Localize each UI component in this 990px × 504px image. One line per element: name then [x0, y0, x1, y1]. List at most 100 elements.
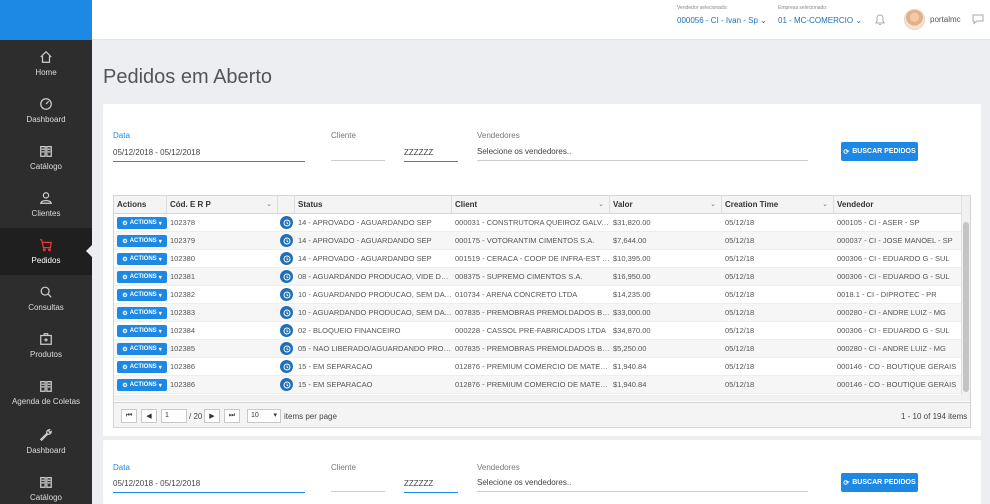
cliente-input[interactable] [331, 148, 385, 161]
sidebar-item-dashboard-2[interactable]: Dashboard [0, 418, 92, 465]
vendedores-label: Vendedores [477, 131, 520, 140]
table-row[interactable]: ⚙ ACTIONS ▾ 102381 08 - AGUARDANDO PRODUCAO,… [114, 268, 962, 286]
sidebar-item-agenda-de-coletas[interactable]: Agenda de Coletas [0, 369, 92, 416]
actions-button[interactable]: ⚙ ACTIONS ▾ [117, 307, 167, 319]
page-count: / 20 [189, 412, 203, 421]
horizontal-scrollbar[interactable] [114, 395, 962, 401]
sidebar-item-home[interactable]: Home [0, 40, 92, 87]
empresa-caption: Empresa selecionado: [778, 5, 828, 11]
vendedor-value[interactable]: 000056 - CI - Ivan - Sp ⌄ [677, 16, 767, 25]
cliente-input[interactable] [331, 479, 385, 492]
page-size-select[interactable]: 10 ▾ [247, 409, 281, 423]
cell-vendedor: 000280 - CI - ANDRE LUIZ - MG [837, 308, 946, 317]
table-row[interactable]: ⚙ ACTIONS ▾ 102385 05 - NAO LIBERADO/AGUARDA… [114, 340, 962, 358]
chevron-down-icon[interactable]: ⌄ [266, 196, 272, 214]
cell-vendedor: 000306 - CI - EDUARDO G - SUL [837, 254, 950, 263]
code-input[interactable]: ZZZZZZ [404, 479, 458, 493]
status-info-icon[interactable] [280, 288, 293, 301]
caret-down-icon: ▾ [158, 220, 162, 227]
book-icon [40, 146, 52, 157]
col-header-client[interactable]: Client ⌄ [452, 196, 610, 214]
cart-icon [39, 239, 52, 252]
page-number-input[interactable]: 1 [161, 409, 187, 423]
sidebar-item-catalogo[interactable]: Catálogo [0, 134, 92, 181]
vendedores-select[interactable]: Selecione os vendedores.. [477, 478, 808, 492]
sidebar-item-label: Produtos [29, 350, 63, 359]
first-page-button[interactable]: ⏮ [121, 409, 137, 423]
date-range-input[interactable]: 05/12/2018 - 05/12/2018 [113, 148, 305, 162]
date-range-input[interactable]: 05/12/2018 - 05/12/2018 [113, 479, 305, 493]
actions-button[interactable]: ⚙ ACTIONS ▾ [117, 289, 167, 301]
actions-button[interactable]: ⚙ ACTIONS ▾ [117, 271, 167, 283]
sidebar-item-catalogo-2[interactable]: Catálogo [0, 465, 92, 504]
last-page-button[interactable]: ⏭ [224, 409, 240, 423]
sidebar-item-pedidos[interactable]: Pedidos [0, 228, 92, 275]
cell-status: 10 - AGUARDANDO PRODUCAO, SEM DATA DE EN… [298, 290, 452, 299]
col-header-erp[interactable]: Cód. E R P ⌄ [167, 196, 278, 214]
vendedores-select[interactable]: Selecione os vendedores.. [477, 147, 808, 161]
status-info-icon[interactable] [280, 324, 293, 337]
actions-button[interactable]: ⚙ ACTIONS ▾ [117, 235, 167, 247]
actions-button[interactable]: ⚙ ACTIONS ▾ [117, 325, 167, 337]
status-info-icon[interactable] [280, 306, 293, 319]
status-info-icon[interactable] [280, 234, 293, 247]
vertical-scrollbar[interactable] [961, 196, 970, 401]
avatar[interactable] [904, 9, 925, 30]
vendedor-selector[interactable]: Vendedor selecionado: 000056 - CI - Ivan… [677, 5, 767, 25]
actions-button[interactable]: ⚙ ACTIONS ▾ [117, 217, 167, 229]
chevron-down-icon[interactable]: ⌄ [598, 196, 604, 214]
cell-client: 012876 - PREMIUM COMERCIO DE MATERIAIS [455, 362, 610, 371]
sidebar-item-dashboard[interactable]: Dashboard [0, 87, 92, 134]
empresa-selector[interactable]: Empresa selecionado: 01 - MC-COMERCIO ⌄ [778, 5, 862, 25]
col-header-status[interactable]: Status [295, 196, 452, 214]
table-row[interactable]: ⚙ ACTIONS ▾ 102378 14 - APROVADO - AGUARDAND… [114, 214, 962, 232]
status-info-icon[interactable] [280, 360, 293, 373]
actions-button[interactable]: ⚙ ACTIONS ▾ [117, 361, 167, 373]
buscar-pedidos-button[interactable]: ⟳ BUSCAR PEDIDOS [841, 142, 918, 161]
table-row[interactable]: ⚙ ACTIONS ▾ 102383 10 - AGUARDANDO PRODUCAO,… [114, 304, 962, 322]
prev-page-button[interactable]: ◀ [141, 409, 157, 423]
cell-status: 08 - AGUARDANDO PRODUCAO, VIDE DATA DE E… [298, 272, 452, 281]
status-info-icon[interactable] [280, 342, 293, 355]
actions-button[interactable]: ⚙ ACTIONS ▾ [117, 343, 167, 355]
col-header-vendedor[interactable]: Vendedor [834, 196, 962, 214]
cell-creation-time: 05/12/18 [725, 236, 755, 245]
actions-button[interactable]: ⚙ ACTIONS ▾ [117, 379, 167, 391]
refresh-icon: ⟳ [843, 148, 850, 156]
username[interactable]: portalmc [930, 15, 961, 24]
chevron-down-icon[interactable]: ⌄ [710, 196, 716, 214]
table-row[interactable]: ⚙ ACTIONS ▾ 102382 10 - AGUARDANDO PRODUCAO,… [114, 286, 962, 304]
actions-button[interactable]: ⚙ ACTIONS ▾ [117, 253, 167, 265]
sidebar-item-label: Clientes [31, 209, 61, 218]
gear-icon: ⚙ [122, 292, 128, 299]
sidebar-item-label: Dashboard [26, 115, 66, 124]
table-row[interactable]: ⚙ ACTIONS ▾ 102386 15 - EM SEPARACAO 012876 -… [114, 376, 962, 394]
sidebar: Home Dashboard Catálogo Clientes Pedidos… [0, 0, 92, 504]
status-info-icon[interactable] [280, 252, 293, 265]
bell-icon[interactable] [874, 13, 886, 26]
orders-grid: Actions Cód. E R P ⌄ Status Client ⌄ Valor… [113, 195, 971, 428]
vendedor-caption: Vendedor selecionado: [677, 5, 728, 11]
scroll-thumb[interactable] [963, 222, 969, 392]
code-input[interactable]: ZZZZZZ [404, 148, 458, 162]
sidebar-item-consultas[interactable]: Consultas [0, 275, 92, 322]
cell-valor: $10,395.00 [613, 254, 651, 263]
col-header-creation-time[interactable]: Creation Time ⌄ [722, 196, 834, 214]
status-info-icon[interactable] [280, 216, 293, 229]
col-header-valor[interactable]: Valor ⌄ [610, 196, 722, 214]
sidebar-item-clientes[interactable]: Clientes [0, 181, 92, 228]
chat-icon[interactable] [972, 13, 984, 25]
table-row[interactable]: ⚙ ACTIONS ▾ 102384 02 - BLOQUEIO FINANCEIRO 0… [114, 322, 962, 340]
empresa-value[interactable]: 01 - MC-COMERCIO ⌄ [778, 16, 862, 25]
table-row[interactable]: ⚙ ACTIONS ▾ 102380 14 - APROVADO - AGUARDAND… [114, 250, 962, 268]
status-info-icon[interactable] [280, 270, 293, 283]
table-row[interactable]: ⚙ ACTIONS ▾ 102379 14 - APROVADO - AGUARDAND… [114, 232, 962, 250]
next-page-button[interactable]: ▶ [204, 409, 220, 423]
cell-client: 007835 - PREMOBRAS PREMOLDADOS BRASIL [455, 308, 610, 317]
status-info-icon[interactable] [280, 378, 293, 391]
chevron-down-icon[interactable]: ⌄ [822, 196, 828, 214]
table-row[interactable]: ⚙ ACTIONS ▾ 102386 15 - EM SEPARACAO 012876 -… [114, 358, 962, 376]
sidebar-item-label: Dashboard [26, 446, 66, 455]
buscar-pedidos-button[interactable]: ⟳ BUSCAR PEDIDOS [841, 473, 918, 492]
sidebar-item-produtos[interactable]: Produtos [0, 322, 92, 369]
